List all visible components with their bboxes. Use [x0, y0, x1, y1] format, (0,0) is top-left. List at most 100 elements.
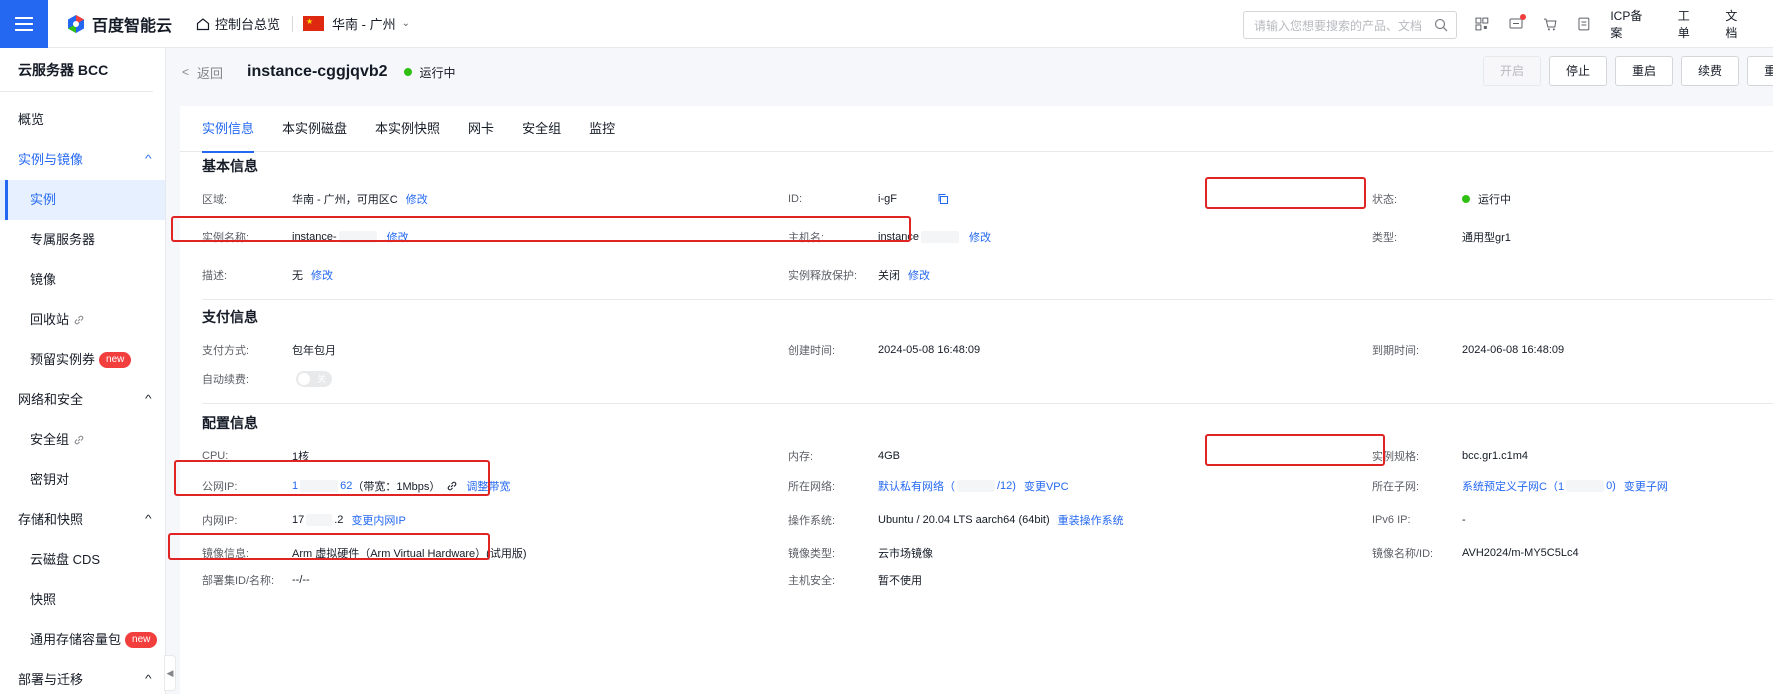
image-info-link[interactable]: Arm 虚拟硬件（Arm Virtual Hardware）(试用版) [292, 545, 527, 561]
detail-tabs: 实例信息 本实例磁盘 本实例快照 网卡 安全组 监控 [180, 106, 1773, 153]
field-value: 17 .2 变更内网IP [292, 512, 406, 528]
divider [202, 299, 1773, 300]
console-home-link[interactable]: 控制台总览 [196, 14, 280, 33]
brand-logo[interactable]: 百度智能云 [66, 12, 172, 36]
redacted-mask [1566, 480, 1605, 492]
stop-button[interactable]: 停止 [1549, 56, 1608, 86]
type-field: 类型: 通用型gr1 [1372, 228, 1752, 246]
private-ip-field: 内网IP: 17 .2 变更内网IP [202, 511, 702, 529]
expire-time-value: 2024-06-08 16:48:09 [1462, 344, 1565, 356]
subnet-cidr-suffix[interactable]: 0) [1606, 480, 1616, 492]
start-button[interactable]: 开启 [1483, 56, 1542, 86]
tab-instance-snapshots[interactable]: 本实例快照 [375, 106, 440, 152]
icp-filing-link[interactable]: ICP备案 [1610, 7, 1653, 41]
tab-security-group[interactable]: 安全组 [522, 106, 561, 152]
field-label: 操作系统: [788, 515, 836, 527]
edit-hostname-link[interactable]: 修改 [969, 229, 991, 245]
sidebar-item-storage-package[interactable]: 通用存储容量包 new [0, 620, 165, 660]
cart-icon[interactable] [1543, 17, 1557, 31]
tab-instance-disks[interactable]: 本实例磁盘 [282, 106, 347, 152]
running-dot-icon [403, 68, 412, 76]
payment-info-title: 支付信息 [202, 309, 258, 325]
sidebar-group-instances-images[interactable]: 实例与镜像 ^ [0, 140, 165, 180]
public-ip-suffix[interactable]: 62 [340, 480, 352, 492]
field-label: 所在网络: [788, 481, 836, 493]
private-ip-suffix: .2 [334, 514, 344, 526]
docs-link[interactable]: 文档 [1725, 7, 1749, 41]
sidebar-group-network-security[interactable]: 网络和安全 ^ [0, 380, 165, 420]
copy-icon[interactable] [937, 193, 949, 205]
field-label: 实例名称: [202, 232, 250, 244]
auto-renew-toggle[interactable]: 关 [296, 371, 332, 387]
ticket-link[interactable]: 工单 [1678, 7, 1702, 41]
field-value: instance- 修改 [292, 229, 409, 245]
link-icon[interactable] [446, 480, 458, 492]
status-text: 运行中 [419, 65, 456, 80]
region-selector[interactable]: 华南 - 广州 ⌄ [303, 14, 410, 33]
change-private-ip-link[interactable]: 变更内网IP [351, 512, 405, 528]
field-label: 所在子网: [1372, 481, 1420, 493]
reset-password-button[interactable]: 重置密码 [1747, 56, 1773, 86]
network-field: 所在网络: 默认私有网络（ /12) 变更VPC [788, 477, 1288, 495]
tab-monitoring[interactable]: 监控 [589, 106, 615, 152]
field-label: IPv6 IP: [1372, 514, 1411, 526]
sidebar-item-overview[interactable]: 概览 [0, 100, 165, 140]
reinstall-os-link[interactable]: 重装操作系统 [1058, 512, 1124, 528]
field-label: 内存: [788, 451, 814, 463]
chevron-up-icon: ^ [145, 154, 152, 165]
sidebar-group-deploy-migrate[interactable]: 部署与迁移 ^ [0, 660, 165, 694]
sidebar-item-cds[interactable]: 云磁盘 CDS [0, 540, 165, 580]
change-subnet-link[interactable]: 变更子网 [1624, 478, 1668, 494]
bandwidth-value: （带宽：1Mbps） [352, 481, 441, 493]
redacted-mask [920, 231, 959, 243]
sidebar-item-instance[interactable]: 实例 [0, 180, 165, 220]
field-label: 主机安全: [788, 575, 836, 587]
sidebar-group-storage-snapshot[interactable]: 存储和快照 ^ [0, 500, 165, 540]
edit-instance-name-link[interactable]: 修改 [387, 229, 409, 245]
sidebar-item-recycle-bin[interactable]: 回收站 [0, 300, 165, 340]
os-field: 操作系统: Ubuntu / 20.04 LTS aarch64 (64bit)… [788, 511, 1288, 529]
invoice-icon[interactable] [1577, 17, 1591, 31]
sidebar-collapse-handle[interactable]: ◀ [164, 655, 176, 691]
back-label: 返回 [197, 65, 224, 81]
public-ip-prefix[interactable]: 1 [292, 480, 298, 492]
vpc-link[interactable]: 默认私有网络（ [878, 478, 955, 494]
host-security-field: 主机安全: 暂不使用 [788, 571, 1288, 589]
global-search-input[interactable]: 请输入您想要搜索的产品、文档 [1243, 11, 1457, 39]
field-label: 镜像信息: [202, 548, 250, 560]
tab-nic[interactable]: 网卡 [468, 106, 494, 152]
sidebar-item-image[interactable]: 镜像 [0, 260, 165, 300]
sidebar-item-dedicated-server[interactable]: 专属服务器 [0, 220, 165, 260]
menu-icon[interactable] [0, 0, 48, 48]
message-icon[interactable] [1509, 14, 1526, 31]
field-value: 默认私有网络（ /12) 变更VPC [878, 478, 1069, 494]
sidebar-item-label: 安全组 [30, 432, 70, 447]
back-button[interactable]: < 返回 [182, 63, 223, 82]
hostname-field: 主机名: instance 修改 [788, 228, 1288, 246]
tab-instance-info[interactable]: 实例信息 [202, 106, 255, 153]
field-label: 实例规格: [1372, 451, 1420, 463]
adjust-bandwidth-link[interactable]: 调整带宽 [466, 478, 510, 494]
redacted-mask [300, 480, 339, 492]
edit-release-protection-link[interactable]: 修改 [908, 267, 930, 283]
sidebar-item-snapshot[interactable]: 快照 [0, 580, 165, 620]
region-value: 华南 - 广州，可用区C [292, 194, 398, 206]
sidebar-item-security-group[interactable]: 安全组 [0, 420, 165, 460]
sidebar-group-label: 存储和快照 [18, 512, 84, 527]
qrcode-icon[interactable] [1475, 17, 1489, 31]
sidebar-item-reserved-coupon[interactable]: 预留实例券 new [0, 340, 165, 380]
subnet-link[interactable]: 系统预定义子网C（1 [1462, 478, 1564, 494]
edit-region-link[interactable]: 修改 [406, 191, 428, 207]
vpc-cidr-suffix[interactable]: /12) [997, 480, 1016, 492]
field-value: 关闭 修改 [878, 267, 930, 283]
field-value: i-gF [878, 193, 949, 205]
edit-description-link[interactable]: 修改 [311, 267, 333, 283]
change-vpc-link[interactable]: 变更VPC [1024, 478, 1069, 494]
top-bar: 百度智能云 控制台总览 华南 - 广州 ⌄ 请输入您想要搜索的产品、文档 ICP… [0, 0, 1773, 48]
sidebar-item-keypair[interactable]: 密钥对 [0, 460, 165, 500]
instance-name-value: instance- [292, 231, 337, 243]
restart-button[interactable]: 重启 [1615, 56, 1674, 86]
renew-button[interactable]: 续费 [1681, 56, 1740, 86]
search-icon[interactable] [1434, 18, 1448, 32]
memory-field: 内存: 4GB [788, 447, 1288, 465]
